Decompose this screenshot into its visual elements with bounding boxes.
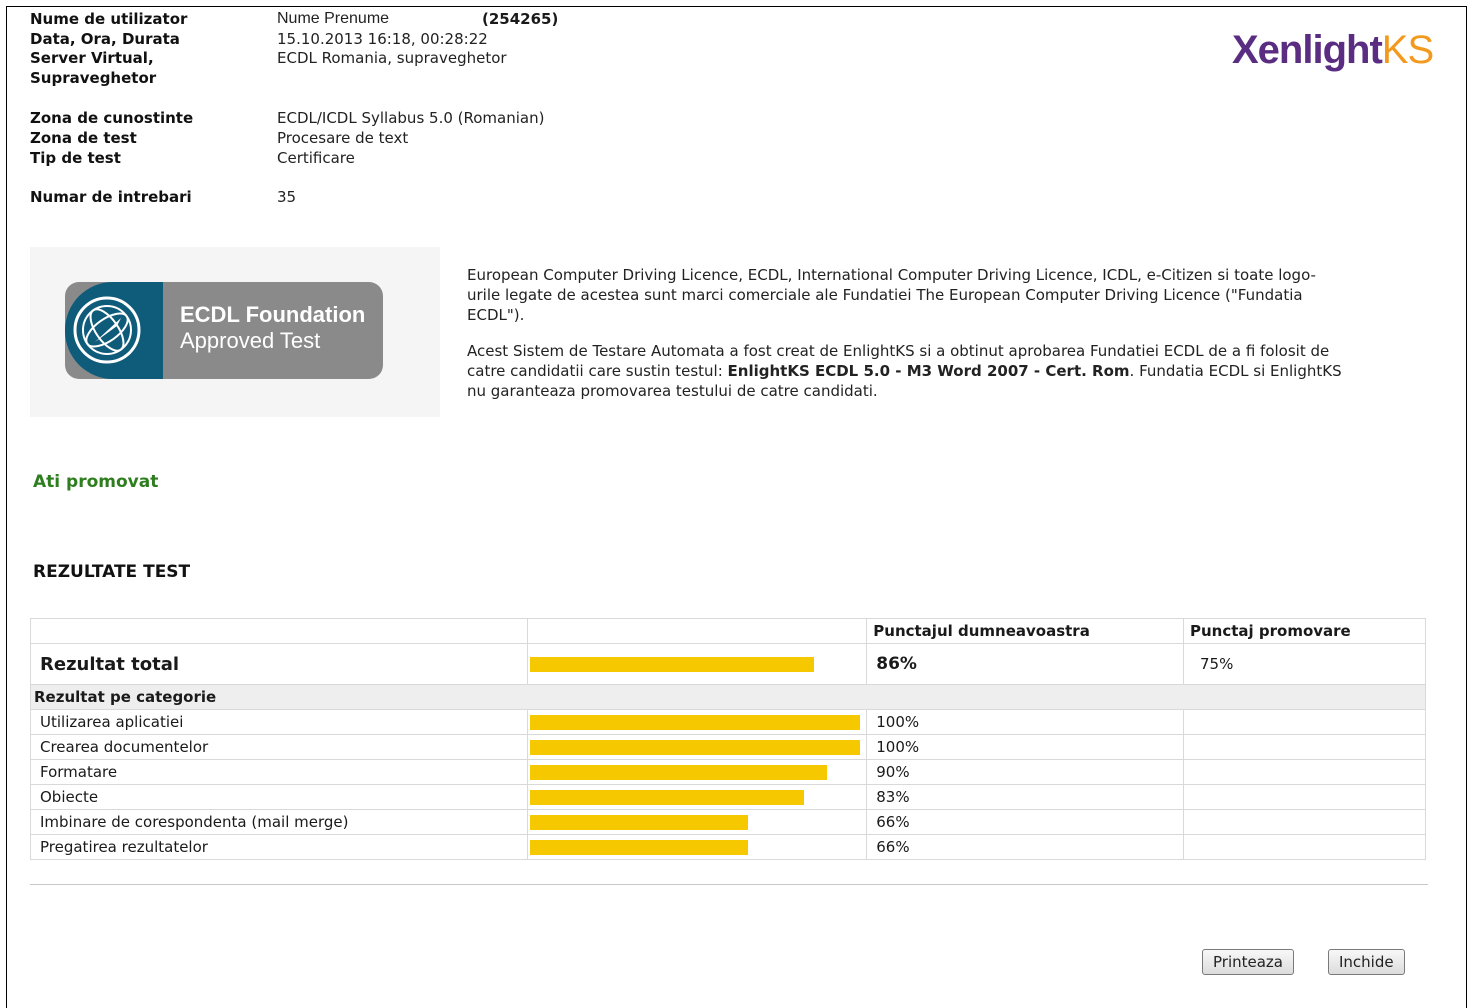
enlightks-logo: XenlightKS	[1232, 28, 1434, 73]
legal-paragraph-2: Acest Sistem de Testare Automata a fost …	[467, 341, 1347, 401]
col-pass-header: Punctaj promovare	[1182, 618, 1427, 644]
category-label: Obiecte	[29, 784, 529, 810]
zone-value: ECDL/ICDL Syllabus 5.0 (Romanian)	[277, 109, 545, 127]
test-zone-value: Procesare de text	[277, 129, 409, 147]
divider	[30, 884, 1428, 885]
table-row: Pregatirea rezultatelor 66%	[29, 834, 1427, 860]
total-label: Rezultat total	[29, 643, 529, 685]
table-row: Imbinare de corespondenta (mail merge) 66…	[29, 809, 1427, 835]
category-bar	[530, 839, 749, 855]
category-label: Crearea documentelor	[29, 734, 529, 760]
category-bar	[530, 764, 828, 780]
table-row: Formatare 90%	[29, 759, 1427, 785]
date-value: 15.10.2013 16:18, 00:28:22	[277, 30, 488, 48]
server-label-1: Server Virtual,	[30, 49, 154, 67]
category-rows: Utilizarea aplicatiei 100% Crearea documen…	[29, 709, 1427, 860]
category-bar	[530, 814, 749, 830]
test-type-label: Tip de test	[30, 149, 121, 167]
questions-label: Numar de intrebari	[30, 188, 192, 206]
test-zone-label: Zona de test	[30, 129, 137, 147]
server-value: ECDL Romania, supraveghetor	[277, 49, 507, 67]
ecdl-foundation-badge: ECDL Foundation Approved Test	[65, 282, 383, 379]
total-row: Rezultat total 86% 75%	[29, 643, 1427, 685]
total-score: 86%	[866, 643, 1184, 685]
category-score: 100%	[866, 709, 1184, 735]
user-value: Nume Prenume	[277, 10, 390, 27]
category-score: 66%	[866, 809, 1184, 835]
globe-icon	[65, 282, 163, 379]
user-label: Nume de utilizator	[30, 10, 188, 28]
server-label-2: Supraveghetor	[30, 69, 157, 87]
close-button[interactable]: Inchide	[1328, 949, 1405, 975]
category-header: Rezultat pe categorie	[30, 684, 1426, 710]
pass-score: 75%	[1182, 643, 1427, 685]
category-label: Pregatirea rezultatelor	[29, 834, 529, 860]
category-score: 90%	[866, 759, 1184, 785]
category-header-row: Rezultat pe categorie	[30, 684, 1426, 710]
results-title: REZULTATE TEST	[33, 562, 191, 582]
table-row: Obiecte 83%	[29, 784, 1427, 810]
legal-paragraph-1: European Computer Driving Licence, ECDL,…	[467, 266, 1316, 324]
table-row: Crearea documentelor 100%	[29, 734, 1427, 760]
table-row: Utilizarea aplicatiei 100%	[29, 709, 1427, 735]
logo-main: Xenlight	[1232, 28, 1383, 72]
table-header-row: Punctajul dumneavoastra Punctaj promovar…	[29, 618, 1427, 644]
print-button[interactable]: Printeaza	[1202, 949, 1294, 975]
category-label: Formatare	[29, 759, 529, 785]
logo-suffix: KS	[1381, 28, 1434, 72]
test-type-value: Certificare	[277, 149, 355, 167]
category-label: Utilizarea aplicatiei	[29, 709, 529, 735]
category-score: 83%	[866, 784, 1184, 810]
results-table: Punctajul dumneavoastra Punctaj promovar…	[29, 618, 1427, 860]
badge-line1: ECDL Foundation	[180, 302, 366, 327]
zone-label: Zona de cunostinte	[30, 109, 194, 127]
category-score: 100%	[866, 734, 1184, 760]
user-id: (254265)	[482, 10, 559, 28]
total-bar	[530, 656, 815, 672]
badge-line2: Approved Test	[180, 328, 321, 353]
legal-p2-bold: EnlightKS ECDL 5.0 - M3 Word 2007 - Cert…	[727, 362, 1130, 380]
category-score: 66%	[866, 834, 1184, 860]
category-label: Imbinare de corespondenta (mail merge)	[29, 809, 529, 835]
category-bar	[530, 739, 861, 755]
date-label: Data, Ora, Durata	[30, 30, 180, 48]
category-bar	[530, 789, 805, 805]
col-score-header: Punctajul dumneavoastra	[866, 618, 1184, 644]
pass-status: Ati promovat	[33, 472, 159, 492]
category-bar	[530, 714, 861, 730]
questions-value: 35	[277, 188, 297, 206]
